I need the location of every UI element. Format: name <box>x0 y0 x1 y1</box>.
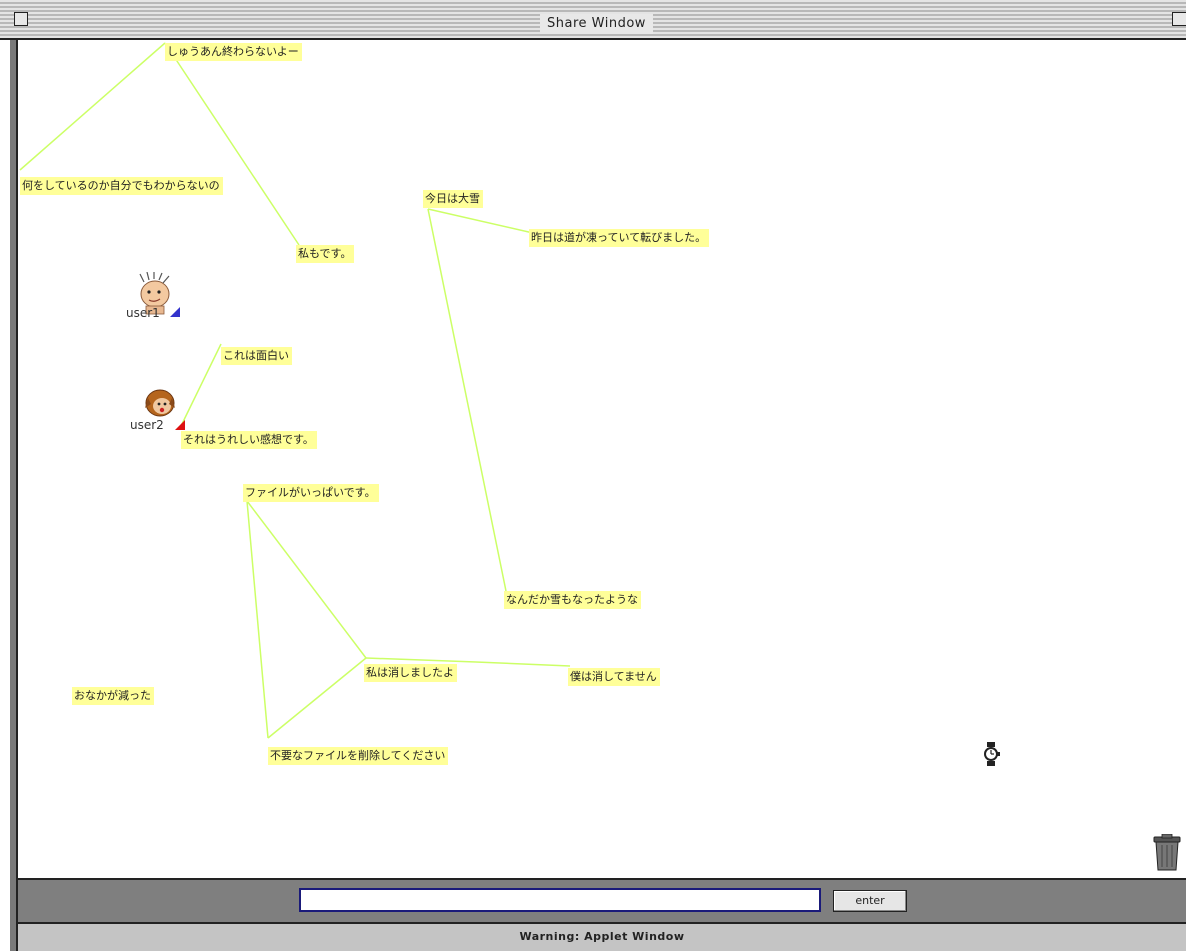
sticky-note[interactable]: 私は消しましたよ <box>364 664 457 682</box>
link-line <box>365 657 477 663</box>
sticky-note[interactable]: しゅうあん終わらないよー <box>165 43 302 61</box>
user2-marker-icon <box>175 420 185 430</box>
sticky-note[interactable]: 今日は大雪 <box>423 190 483 208</box>
zoom-box-icon[interactable] <box>1172 12 1186 26</box>
window-frame-left <box>10 40 18 951</box>
link-line <box>427 208 534 234</box>
sticky-note[interactable]: 不要なファイルを削除してください <box>268 747 449 765</box>
sticky-note[interactable]: 昨日は道が凍っていて転びました。 <box>529 229 710 247</box>
link-line <box>246 500 269 739</box>
user1-label: user1 <box>126 306 160 320</box>
window-title: Share Window <box>540 14 653 34</box>
share-canvas[interactable]: しゅうあん終わらないよー 何をしているのか自分でもわからないの 私もです。 今日… <box>18 40 1186 878</box>
link-line <box>427 208 507 592</box>
sticky-note[interactable]: なんだか雪もなったような <box>504 591 641 609</box>
user2-label: user2 <box>130 418 164 432</box>
window-title-bar[interactable]: Share Window <box>0 0 1186 40</box>
link-line <box>267 657 367 739</box>
message-input-bar: enter <box>18 878 1186 922</box>
enter-button[interactable]: enter <box>833 890 907 912</box>
sticky-note[interactable]: おなかが減った <box>72 687 154 705</box>
note-links <box>19 42 571 739</box>
sticky-note[interactable]: これは面白い <box>221 347 292 365</box>
sticky-note[interactable]: 僕は消してません <box>568 668 660 686</box>
user1-marker-icon <box>170 307 180 317</box>
close-box-icon[interactable] <box>14 12 28 26</box>
sticky-note[interactable]: 私もです。 <box>296 245 355 263</box>
sticky-note[interactable]: それはうれしい感想です。 <box>181 431 317 449</box>
trash-icon[interactable] <box>1151 834 1183 876</box>
watch-icon <box>984 742 1000 766</box>
link-line <box>19 42 166 171</box>
link-line <box>164 42 300 246</box>
message-input[interactable] <box>299 888 821 912</box>
sticky-note[interactable]: ファイルがいっぱいです。 <box>243 484 379 502</box>
applet-warning-bar: Warning: Applet Window <box>18 922 1186 951</box>
sticky-note[interactable]: 何をしているのか自分でもわからないの <box>20 177 223 195</box>
link-line <box>475 661 571 667</box>
link-line <box>246 500 367 659</box>
